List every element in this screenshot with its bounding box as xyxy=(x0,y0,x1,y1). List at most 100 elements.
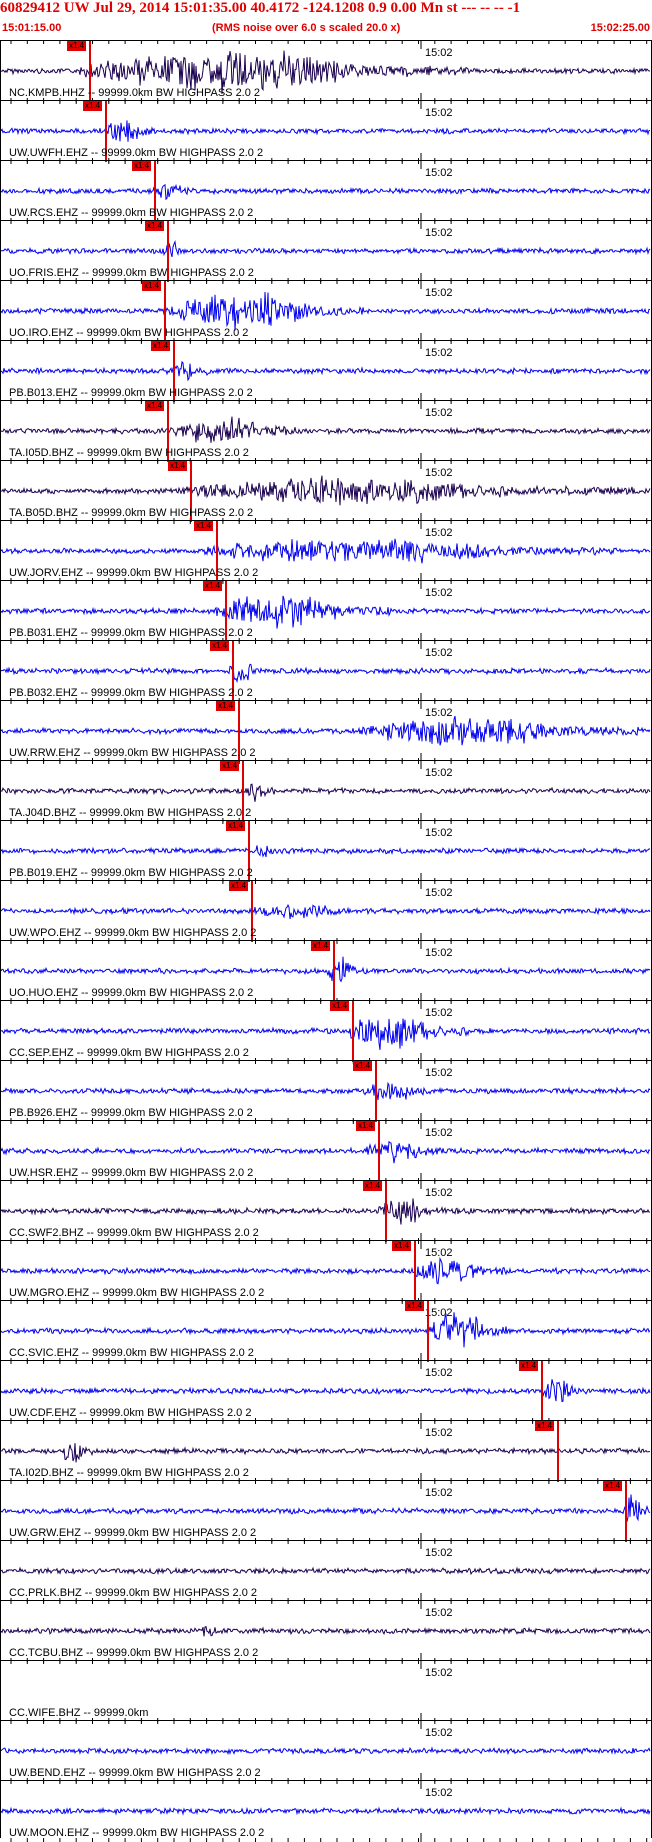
minute-tick-label: 15:02 xyxy=(425,1547,453,1559)
pick-tag: x1.4 xyxy=(168,461,188,471)
minute-tick-label: 15:02 xyxy=(425,527,453,539)
pick-tag: x1.4 xyxy=(151,341,171,351)
waveform xyxy=(1,1140,651,1164)
waveform xyxy=(1,1566,651,1576)
waveform xyxy=(1,1198,650,1225)
pick-marker xyxy=(352,1001,354,1062)
trace-row: 15:02 x1.4 TA.I05D.BHZ -- 99999.0km BW HIG… xyxy=(1,400,651,462)
pick-tag: x1.4 xyxy=(67,41,87,51)
station-label: CC.PRLK.BHZ -- 99999.0km BW HIGHPASS 2.0… xyxy=(9,1587,257,1599)
station-label: CC.TCBU.BHZ -- 99999.0km BW HIGHPASS 2.0… xyxy=(9,1647,259,1659)
pick-tag: x1.4 xyxy=(229,881,249,891)
station-label: UO.HUO.EHZ -- 99999.0km BW HIGHPASS 2.0 … xyxy=(9,987,254,999)
trace-row: 15:02 x1.4 UW.RCS.EHZ -- 99999.0km BW HIGH… xyxy=(1,160,651,222)
trace-row: 15:02 x1.4 UW.CDF.EHZ -- 99999.0km BW HIGH… xyxy=(1,1360,651,1422)
pick-tag: x1.4 xyxy=(145,401,165,411)
pick-tag: x1.4 xyxy=(311,941,331,951)
pick-tag: x1.4 xyxy=(194,521,214,531)
station-label: UO.FRIS.EHZ -- 99999.0km BW HIGHPASS 2.0… xyxy=(9,267,254,279)
station-label: UW.CDF.EHZ -- 99999.0km BW HIGHPASS 2.0 … xyxy=(9,1407,252,1419)
minute-tick-label: 15:02 xyxy=(425,707,453,719)
minute-tick-label: 15:02 xyxy=(425,47,453,59)
pick-tag: x1.4 xyxy=(330,1001,350,1011)
station-label: TA.I05D.BHZ -- 99999.0km BW HIGHPASS 2.0… xyxy=(9,447,249,459)
pick-marker xyxy=(541,1361,543,1422)
trace-row: 15:02 x1.4 CC.SVIC.EHZ -- 99999.0km BW HIG… xyxy=(1,1300,651,1362)
minute-tick-label: 15:02 xyxy=(425,647,453,659)
minute-tick-label: 15:02 xyxy=(425,1427,453,1439)
minute-tick-label: 15:02 xyxy=(425,1187,453,1199)
minute-tick-label: 15:02 xyxy=(425,947,453,959)
minute-tick-label: 15:02 xyxy=(425,467,453,479)
pick-marker xyxy=(414,1241,416,1302)
waveform xyxy=(1,360,651,382)
trace-row: 15:02 x1.4 PB.B926.EHZ -- 99999.0km BW HIG… xyxy=(1,1060,651,1122)
waveform xyxy=(1,903,651,919)
end-time: 15:02:25.00 xyxy=(590,22,650,34)
pick-tag: x1.4 xyxy=(392,1241,412,1251)
minute-tick-label: 15:02 xyxy=(425,347,453,359)
pick-marker xyxy=(333,941,335,1002)
minute-tick-label: 15:02 xyxy=(425,587,453,599)
waveform xyxy=(1,1018,651,1050)
start-time: 15:01:15.00 xyxy=(2,22,62,34)
waveform xyxy=(1,1081,651,1101)
station-label: TA.I02D.BHZ -- 99999.0km BW HIGHPASS 2.0… xyxy=(9,1467,249,1479)
minute-tick-label: 15:02 xyxy=(425,107,453,119)
waveform xyxy=(1,1312,651,1348)
waveform xyxy=(1,595,651,629)
trace-row: 15:02 CC.WIFE.BHZ -- 99999.0km xyxy=(1,1660,651,1722)
minute-tick-label: 15:02 xyxy=(425,407,453,419)
station-label: CC.WIFE.BHZ -- 99999.0km xyxy=(9,1707,149,1719)
trace-row: 15:02 x1.4 TA.J04D.BHZ -- 99999.0km BW HIG… xyxy=(1,760,651,822)
pick-tag: x1.4 xyxy=(210,641,230,651)
pick-tag: x1.4 xyxy=(142,281,162,291)
pick-marker xyxy=(625,1481,627,1542)
trace-row: 15:02 x1.4 UO.HUO.EHZ -- 99999.0km BW HIGH… xyxy=(1,940,651,1002)
minute-tick-label: 15:02 xyxy=(425,227,453,239)
pick-tag: x1.4 xyxy=(363,1181,383,1191)
station-label: UW.MOON.EHZ -- 99999.0km BW HIGHPASS 2.0… xyxy=(9,1827,265,1839)
waveform xyxy=(1,956,651,983)
station-label: PB.B031.EHZ -- 99999.0km BW HIGHPASS 2.0… xyxy=(9,627,253,639)
station-label: UW.BEND.EHZ -- 99999.0km BW HIGHPASS 2.0… xyxy=(9,1767,261,1779)
station-label: UW.RRW.EHZ -- 99999.0km BW HIGHPASS 2.0 … xyxy=(9,747,256,759)
pick-marker xyxy=(378,1121,380,1182)
station-label: PB.B926.EHZ -- 99999.0km BW HIGHPASS 2.0… xyxy=(9,1107,253,1119)
pick-tag: x1.4 xyxy=(216,701,236,711)
pick-tag: x1.4 xyxy=(203,581,223,591)
trace-row: 15:02 CC.TCBU.BHZ -- 99999.0km BW HIGHPAS… xyxy=(1,1600,651,1662)
pick-marker xyxy=(385,1181,387,1242)
minute-tick-label: 15:02 xyxy=(425,1127,453,1139)
station-label: UW.GRW.EHZ -- 99999.0km BW HIGHPASS 2.0 … xyxy=(9,1527,257,1539)
pick-tag: x1.4 xyxy=(226,821,246,831)
waveform xyxy=(1,1443,650,1463)
station-label: CC.SWF2.BHZ -- 99999.0km BW HIGHPASS 2.0… xyxy=(9,1227,259,1239)
minute-tick-label: 15:02 xyxy=(425,887,453,899)
waveform xyxy=(1,1379,651,1403)
station-label: TA.J04D.BHZ -- 99999.0km BW HIGHPASS 2.0… xyxy=(9,807,252,819)
pick-tag: x1.4 xyxy=(519,1361,539,1371)
pick-tag: x1.4 xyxy=(353,1061,373,1071)
trace-row: 15:02 x1.4 UW.HSR.EHZ -- 99999.0km BW HIGH… xyxy=(1,1120,651,1182)
trace-row: 15:02 x1.4 PB.B013.EHZ -- 99999.0km BW HIG… xyxy=(1,340,651,402)
record-header: 60829412 UW Jul 29, 2014 15:01:35.00 40.… xyxy=(0,0,652,40)
pick-tag: x1.4 xyxy=(603,1481,623,1491)
trace-row: 15:02 x1.4 UW.WPO.EHZ -- 99999.0km BW HIGH… xyxy=(1,880,651,942)
pick-tag: x1.4 xyxy=(405,1301,425,1311)
pick-tag: x1.4 xyxy=(145,221,165,231)
station-label: UW.WPO.EHZ -- 99999.0km BW HIGHPASS 2.0 … xyxy=(9,927,257,939)
seismogram-panel: 15:02 x1.4 NC.KMPB.HHZ -- 99999.0km BW HIG… xyxy=(0,40,652,1842)
trace-row: 15:02 x1.4 PB.B032.EHZ -- 99999.0km BW HIG… xyxy=(1,640,651,702)
station-label: PB.B013.EHZ -- 99999.0km BW HIGHPASS 2.0… xyxy=(9,387,253,399)
waveform xyxy=(1,1746,651,1756)
trace-row: 15:02 x1.4 PB.B031.EHZ -- 99999.0km BW HIG… xyxy=(1,580,651,642)
minute-tick-label: 15:02 xyxy=(425,1487,453,1499)
pick-tag: x1.4 xyxy=(535,1421,555,1431)
waveform xyxy=(1,1494,651,1522)
trace-row: 15:02 x1.4 UW.RRW.EHZ -- 99999.0km BW HIGH… xyxy=(1,700,651,762)
minute-tick-label: 15:02 xyxy=(425,1607,453,1619)
station-label: UW.HSR.EHZ -- 99999.0km BW HIGHPASS 2.0 … xyxy=(9,1167,254,1179)
trace-row: 15:02 UW.MOON.EHZ -- 99999.0km BW HIGHPAS… xyxy=(1,1780,651,1842)
noise-note: (RMS noise over 6.0 s scaled 20.0 x) xyxy=(212,22,401,34)
